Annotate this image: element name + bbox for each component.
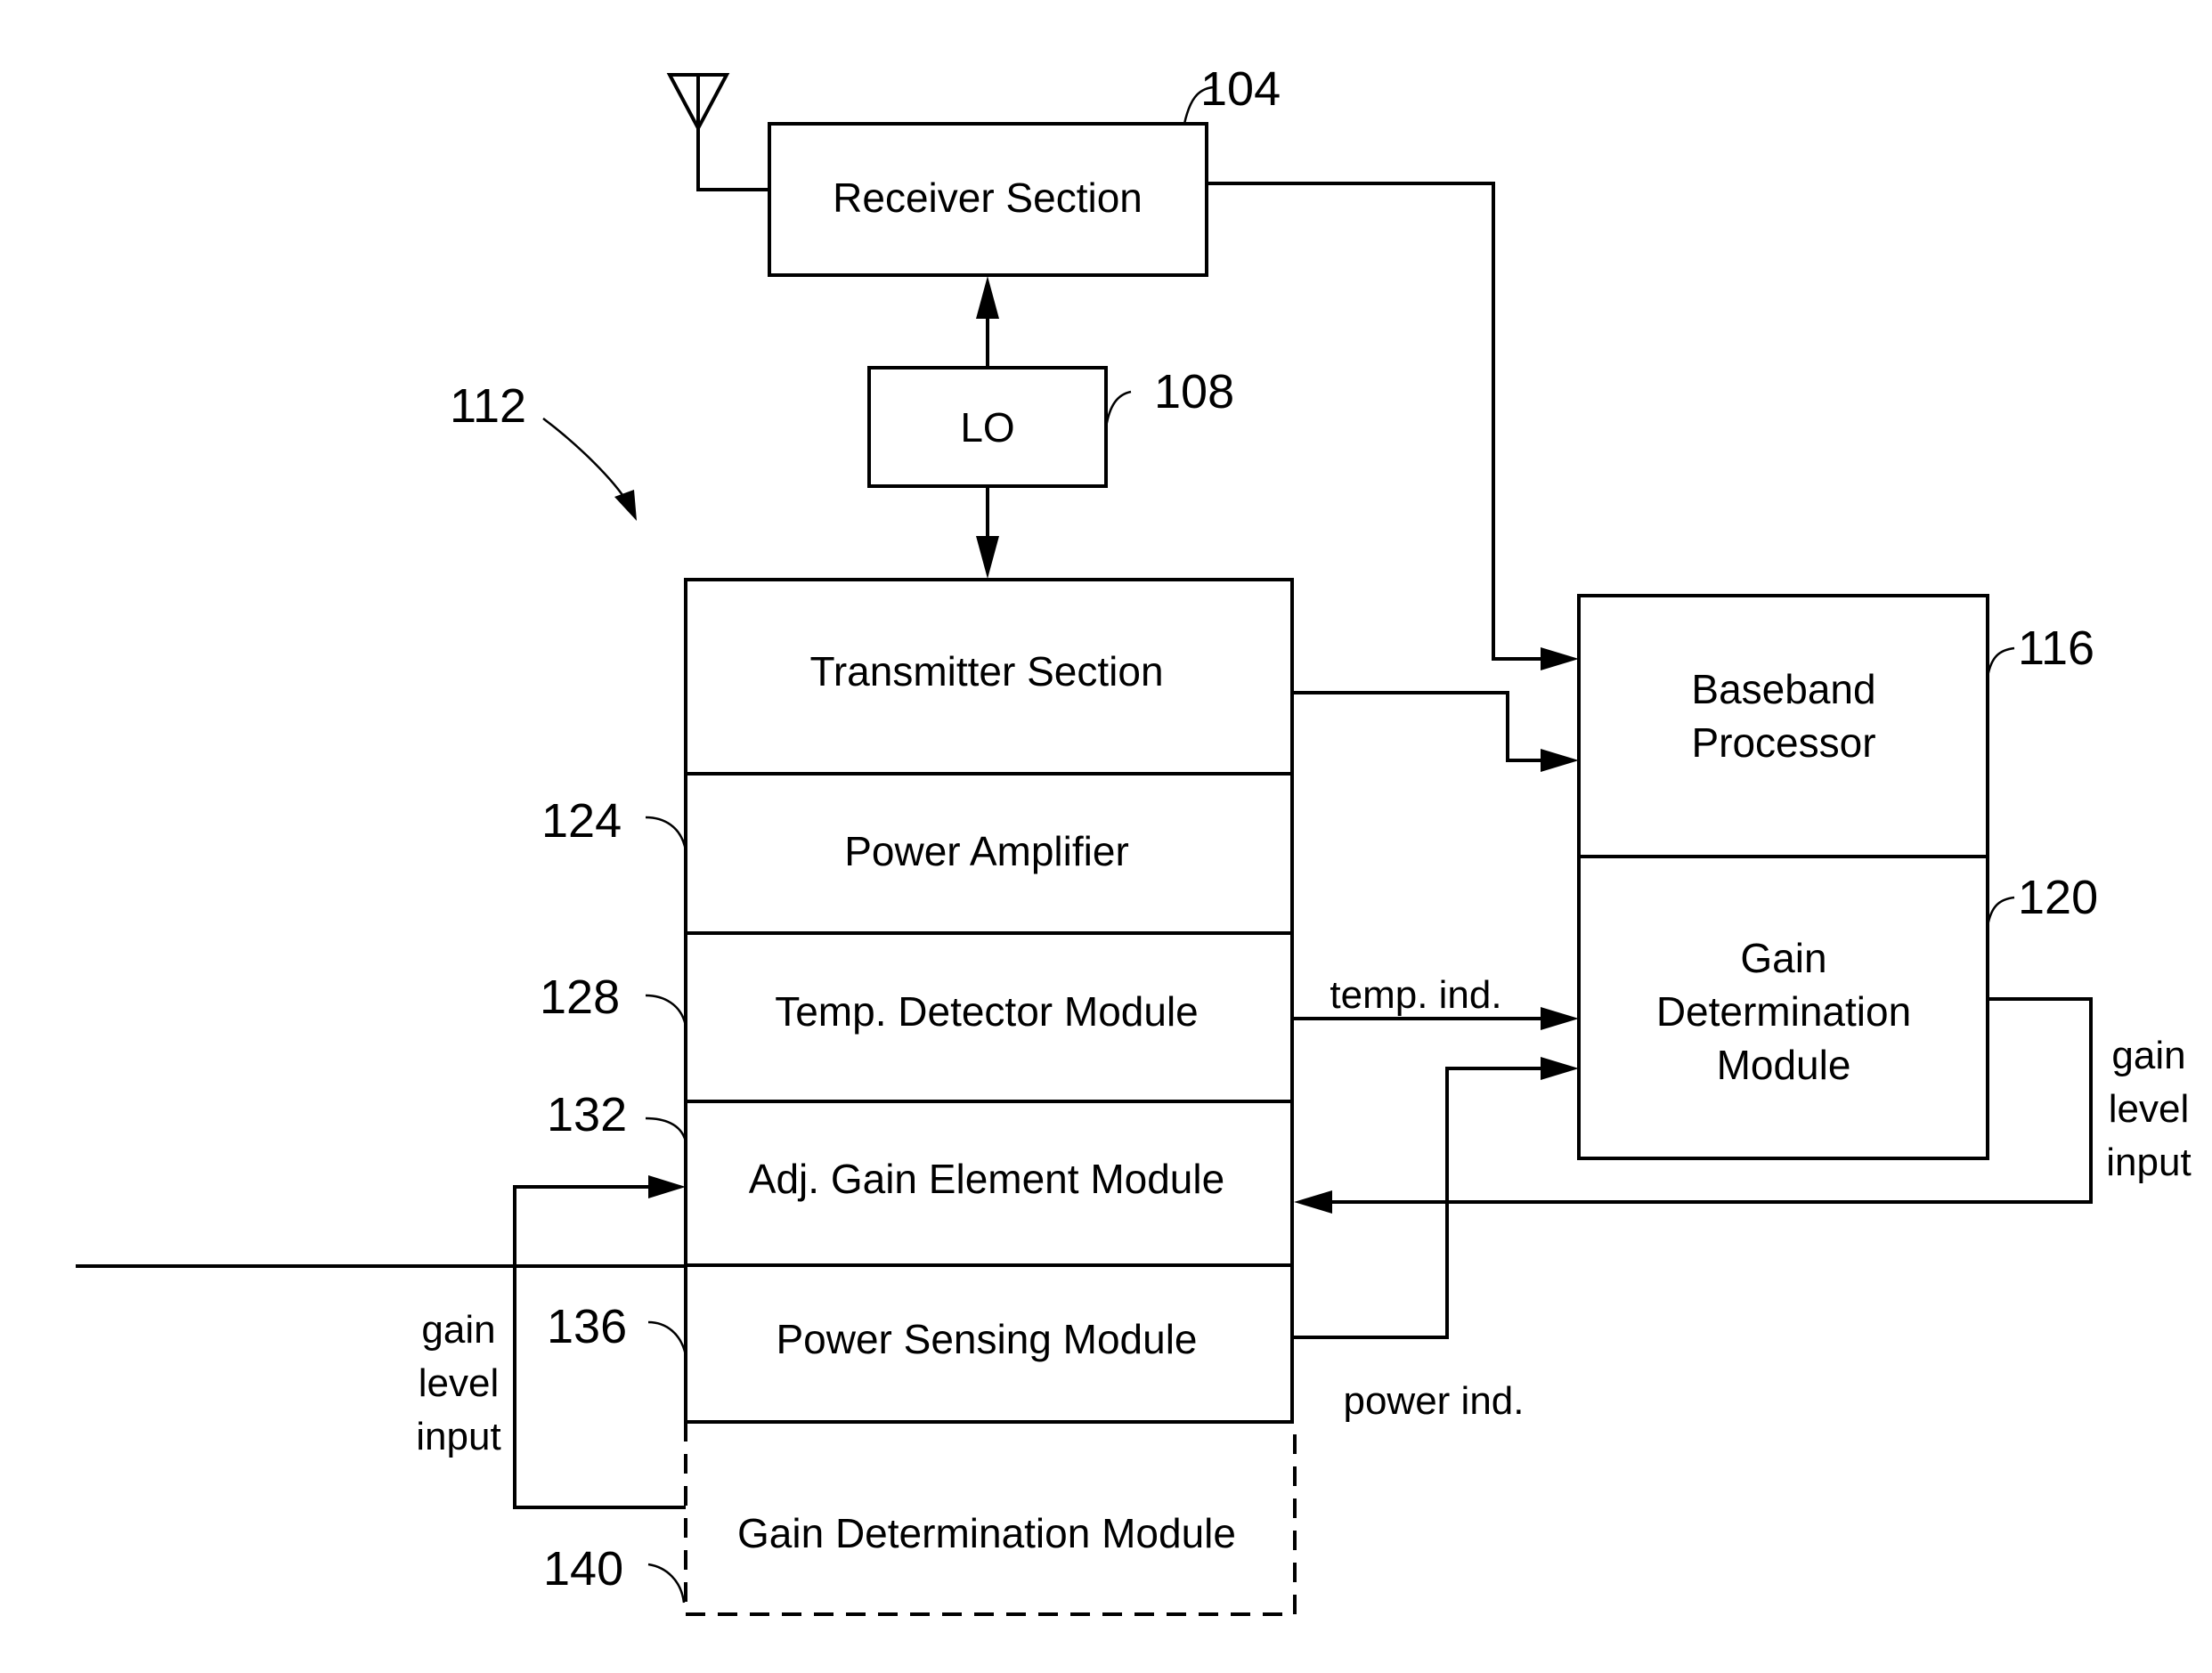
ref-132: 132 <box>547 1088 627 1141</box>
right-gain-label-line3: input <box>2106 1141 2191 1184</box>
ref-140: 140 <box>543 1542 623 1596</box>
right-gain-label-line2: level <box>2109 1087 2190 1131</box>
transmitter-section-label: Transmitter Section <box>809 648 1163 694</box>
ref-104: 104 <box>1200 62 1281 116</box>
ref-leader-120 <box>1986 896 2015 927</box>
left-gain-label-line2: level <box>419 1361 500 1405</box>
receiver-section-label: Receiver Section <box>833 175 1143 221</box>
ref-112-arrow <box>542 418 637 521</box>
gain-right-label-line2: Determination <box>1656 988 1911 1035</box>
gain-right-label-line1: Gain <box>1740 935 1826 981</box>
temp-detector-label: Temp. Detector Module <box>775 988 1199 1035</box>
ref-leader-128 <box>645 994 687 1027</box>
baseband-label-line2: Processor <box>1691 719 1875 766</box>
ref-116: 116 <box>2018 621 2094 675</box>
ref-leader-132 <box>645 1117 687 1142</box>
power-ind-label: power ind. <box>1343 1379 1524 1423</box>
power-sensing-label: Power Sensing Module <box>776 1316 1197 1362</box>
left-gain-label-line1: gain <box>421 1308 495 1352</box>
gain-determination-bottom-label: Gain Determination Module <box>737 1510 1236 1556</box>
lo-block: LO <box>867 366 1108 488</box>
antenna-icon <box>666 73 769 191</box>
lo-to-transmitter-arrow <box>976 486 999 579</box>
receiver-section-block: Receiver Section <box>768 122 1208 277</box>
gain-right-label-line3: Module <box>1717 1042 1851 1088</box>
gain-determination-bottom-block: Gain Determination Module <box>684 1422 1297 1616</box>
power-amplifier-label: Power Amplifier <box>844 828 1129 874</box>
temp-ind-label: temp. ind. <box>1330 973 1501 1017</box>
lo-label: LO <box>960 404 1014 451</box>
left-gain-label-line3: input <box>416 1415 500 1458</box>
transmitter-to-baseband-arrow <box>1292 691 1579 772</box>
adj-gain-element-label: Adj. Gain Element Module <box>749 1156 1224 1202</box>
ref-120: 120 <box>2018 871 2098 924</box>
right-gain-label-line1: gain <box>2111 1034 2185 1077</box>
ref-108: 108 <box>1154 365 1234 418</box>
power-ind-arrow <box>1292 1057 1579 1339</box>
ref-leader-116 <box>1986 646 2015 678</box>
block-diagram: Receiver Section 104 LO 108 112 Transmit… <box>76 62 2192 1616</box>
baseband-label-line1: Baseband <box>1691 666 1875 712</box>
ref-leader-124 <box>645 816 687 851</box>
lo-to-receiver-arrow <box>976 276 999 368</box>
ref-leader-140 <box>647 1563 686 1604</box>
ref-112: 112 <box>450 379 526 433</box>
ref-124: 124 <box>541 794 622 848</box>
ref-128: 128 <box>540 971 620 1024</box>
ref-136: 136 <box>547 1300 627 1353</box>
ref-leader-136 <box>647 1320 687 1356</box>
ref-leader-108 <box>1104 390 1132 428</box>
